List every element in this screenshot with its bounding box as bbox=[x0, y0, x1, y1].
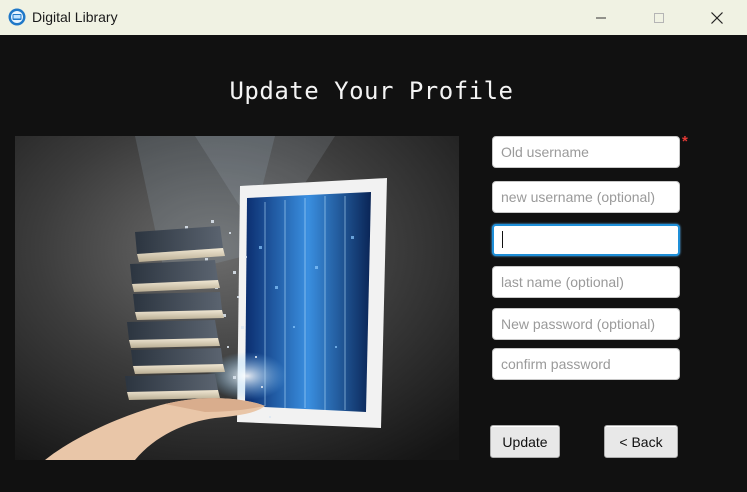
minimize-icon bbox=[596, 17, 606, 18]
last-name-field[interactable] bbox=[492, 266, 680, 298]
back-button[interactable]: < Back bbox=[604, 425, 678, 458]
first-name-field[interactable] bbox=[492, 224, 680, 256]
minimize-button[interactable] bbox=[578, 0, 624, 35]
maximize-button[interactable] bbox=[636, 0, 682, 35]
update-button[interactable]: Update bbox=[490, 425, 560, 458]
confirm-password-field[interactable] bbox=[492, 348, 680, 380]
old-username-field[interactable] bbox=[492, 136, 680, 168]
main-panel: Update Your Profile Old username * new u… bbox=[0, 35, 747, 492]
window-title: Digital Library bbox=[32, 9, 118, 25]
close-icon bbox=[711, 11, 723, 24]
page-title: Update Your Profile bbox=[229, 77, 514, 105]
close-button[interactable] bbox=[694, 0, 740, 35]
title-bar: Digital Library bbox=[0, 0, 747, 35]
new-username-field[interactable] bbox=[492, 181, 680, 213]
maximize-icon bbox=[654, 12, 664, 23]
new-password-field[interactable] bbox=[492, 308, 680, 340]
app-logo-icon bbox=[8, 8, 26, 26]
text-caret bbox=[502, 231, 503, 248]
required-marker: * bbox=[682, 133, 688, 150]
hero-image bbox=[15, 136, 459, 460]
